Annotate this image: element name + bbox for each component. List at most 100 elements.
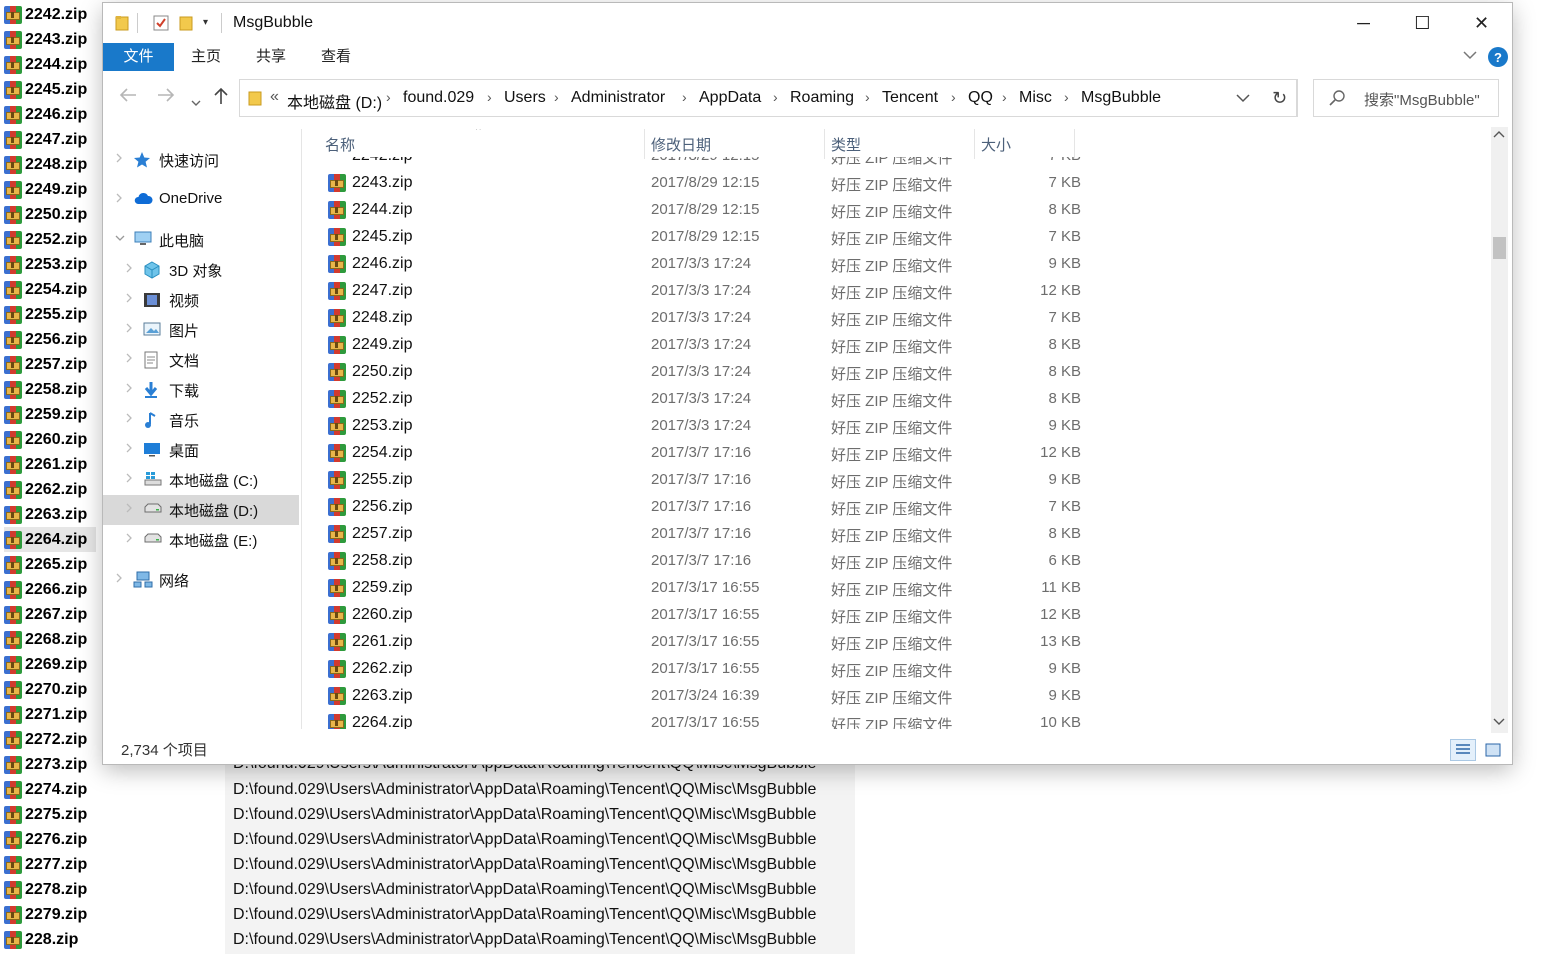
chevron-right-icon[interactable] (115, 573, 123, 586)
background-list-item[interactable]: 2257.zip (4, 352, 87, 377)
table-row[interactable]: 2250.zip 2017/3/3 17:24 好压 ZIP 压缩文件 8 KB (321, 359, 1081, 386)
nav-item[interactable]: 文档 (103, 345, 299, 375)
tab-file[interactable]: 文件 (103, 43, 174, 71)
minimize-button[interactable]: ─ (1334, 3, 1393, 43)
chevron-right-icon[interactable] (125, 413, 133, 426)
chevron-down-icon[interactable] (115, 233, 125, 245)
table-row[interactable]: 2259.zip 2017/3/17 16:55 好压 ZIP 压缩文件 11 KB (321, 575, 1081, 602)
table-row[interactable]: 2261.zip 2017/3/17 16:55 好压 ZIP 压缩文件 13 KB (321, 629, 1081, 656)
background-list-item[interactable]: 2270.zip (4, 677, 87, 702)
chevron-down-icon[interactable] (1463, 47, 1477, 63)
nav-item[interactable]: 快速访问 (103, 145, 299, 175)
nav-item[interactable]: 本地磁盘 (E:) (103, 525, 299, 555)
table-row[interactable]: 2256.zip 2017/3/7 17:16 好压 ZIP 压缩文件 7 KB (321, 494, 1081, 521)
table-row[interactable]: 2249.zip 2017/3/3 17:24 好压 ZIP 压缩文件 8 KB (321, 332, 1081, 359)
background-list-item[interactable]: 2262.zip (4, 477, 87, 502)
background-list-item[interactable]: 2264.zip (4, 527, 96, 552)
column-separator[interactable] (824, 129, 825, 159)
background-list-item[interactable]: 2244.zip (4, 52, 87, 77)
background-list-item[interactable]: 2279.zip (4, 902, 87, 927)
address-bar[interactable]: « 本地磁盘 (D:) › found.029 › Users › Administrato… (239, 79, 1297, 117)
background-list-item[interactable]: 2259.zip (4, 402, 87, 427)
background-list-item[interactable]: 2269.zip (4, 652, 87, 677)
background-list-item[interactable]: 2242.zip (4, 2, 87, 27)
background-list-item[interactable]: 2274.zip (4, 777, 87, 802)
large-icons-view-button[interactable] (1480, 739, 1506, 761)
column-name[interactable]: 名称 (325, 134, 355, 155)
scroll-up-icon[interactable] (1493, 129, 1505, 142)
background-list-item[interactable]: 2272.zip (4, 727, 87, 752)
background-list-item[interactable]: 2278.zip (4, 877, 87, 902)
chevron-right-icon[interactable] (125, 353, 133, 366)
breadcrumb-separator[interactable]: › (865, 89, 870, 105)
background-list-item[interactable]: 2266.zip (4, 577, 87, 602)
column-date[interactable]: 修改日期 (651, 134, 711, 155)
breadcrumb-item[interactable]: found.029 (403, 89, 474, 107)
column-separator[interactable] (644, 129, 645, 159)
details-view-button[interactable] (1450, 739, 1476, 761)
table-row[interactable]: 2255.zip 2017/3/7 17:16 好压 ZIP 压缩文件 9 KB (321, 467, 1081, 494)
column-separator[interactable] (1074, 129, 1075, 159)
breadcrumb-item[interactable]: Users (504, 89, 546, 107)
tab-home[interactable]: 主页 (174, 43, 238, 71)
background-list-item[interactable]: 2277.zip (4, 852, 87, 877)
search-input[interactable]: 搜索"MsgBubble" (1364, 89, 1480, 110)
breadcrumb-separator[interactable]: › (487, 89, 492, 105)
table-row[interactable]: 2264.zip 2017/3/17 16:55 好压 ZIP 压缩文件 10 KB (321, 710, 1081, 729)
address-overflow[interactable]: « (270, 88, 279, 106)
table-row[interactable]: 2246.zip 2017/3/3 17:24 好压 ZIP 压缩文件 9 KB (321, 251, 1081, 278)
table-row[interactable]: 2254.zip 2017/3/7 17:16 好压 ZIP 压缩文件 12 KB (321, 440, 1081, 467)
breadcrumb-item[interactable]: Roaming (790, 89, 854, 107)
breadcrumb-item[interactable]: Misc (1019, 89, 1052, 107)
background-list-item[interactable]: 2245.zip (4, 77, 87, 102)
table-row[interactable]: 2244.zip 2017/8/29 12:15 好压 ZIP 压缩文件 8 KB (321, 197, 1081, 224)
maximize-button[interactable]: ☐ (1393, 3, 1452, 43)
nav-item[interactable]: OneDrive (103, 185, 299, 215)
nav-item[interactable]: 3D 对象 (103, 255, 299, 285)
background-list-item[interactable]: 2275.zip (4, 802, 87, 827)
quick-access-dropdown-icon[interactable]: ▾ (203, 17, 208, 28)
up-button[interactable] (213, 87, 229, 110)
properties-icon[interactable] (153, 15, 169, 35)
nav-item[interactable]: 网络 (103, 565, 299, 595)
chevron-right-icon[interactable] (125, 323, 133, 336)
chevron-right-icon[interactable] (125, 533, 133, 546)
background-list-item[interactable]: 2248.zip (4, 152, 87, 177)
background-list-item[interactable]: 2261.zip (4, 452, 87, 477)
scrollbar-thumb[interactable] (1493, 237, 1506, 259)
table-row[interactable]: 2263.zip 2017/3/24 16:39 好压 ZIP 压缩文件 9 KB (321, 683, 1081, 710)
nav-item[interactable]: 本地磁盘 (D:) (103, 495, 299, 525)
chevron-right-icon[interactable] (125, 383, 133, 396)
table-row[interactable]: 2252.zip 2017/3/3 17:24 好压 ZIP 压缩文件 8 KB (321, 386, 1081, 413)
tab-view[interactable]: 查看 (304, 43, 368, 71)
nav-item[interactable]: 本地磁盘 (C:) (103, 465, 299, 495)
breadcrumb-separator[interactable]: › (773, 89, 778, 105)
background-list-item[interactable]: 2243.zip (4, 27, 87, 52)
table-row[interactable]: 2248.zip 2017/3/3 17:24 好压 ZIP 压缩文件 7 KB (321, 305, 1081, 332)
forward-button[interactable] (157, 87, 175, 108)
background-list-item[interactable]: 2246.zip (4, 102, 87, 127)
chevron-right-icon[interactable] (115, 153, 123, 166)
chevron-right-icon[interactable] (125, 443, 133, 456)
tab-share[interactable]: 共享 (239, 43, 303, 71)
scroll-down-icon[interactable] (1493, 717, 1505, 730)
column-separator[interactable] (974, 129, 975, 159)
table-row[interactable]: 2258.zip 2017/3/7 17:16 好压 ZIP 压缩文件 6 KB (321, 548, 1081, 575)
background-list-item[interactable]: 2247.zip (4, 127, 87, 152)
background-list-item[interactable]: 2271.zip (4, 702, 87, 727)
breadcrumb-item[interactable]: AppData (699, 89, 761, 107)
background-list-item[interactable]: 2258.zip (4, 377, 87, 402)
chevron-right-icon[interactable] (125, 473, 133, 486)
table-row[interactable]: 2257.zip 2017/3/7 17:16 好压 ZIP 压缩文件 8 KB (321, 521, 1081, 548)
background-list-item[interactable]: 2276.zip (4, 827, 87, 852)
background-list-item[interactable]: 2268.zip (4, 627, 87, 652)
breadcrumb-separator[interactable]: › (951, 89, 956, 105)
help-button[interactable]: ? (1488, 47, 1508, 67)
chevron-right-icon[interactable] (115, 193, 123, 206)
breadcrumb-separator[interactable]: › (682, 89, 687, 105)
background-list-item[interactable]: 2250.zip (4, 202, 87, 227)
nav-item[interactable]: 桌面 (103, 435, 299, 465)
background-list-item[interactable]: 228.zip (4, 927, 78, 952)
recent-locations-dropdown[interactable] (191, 91, 201, 112)
nav-item[interactable]: 图片 (103, 315, 299, 345)
